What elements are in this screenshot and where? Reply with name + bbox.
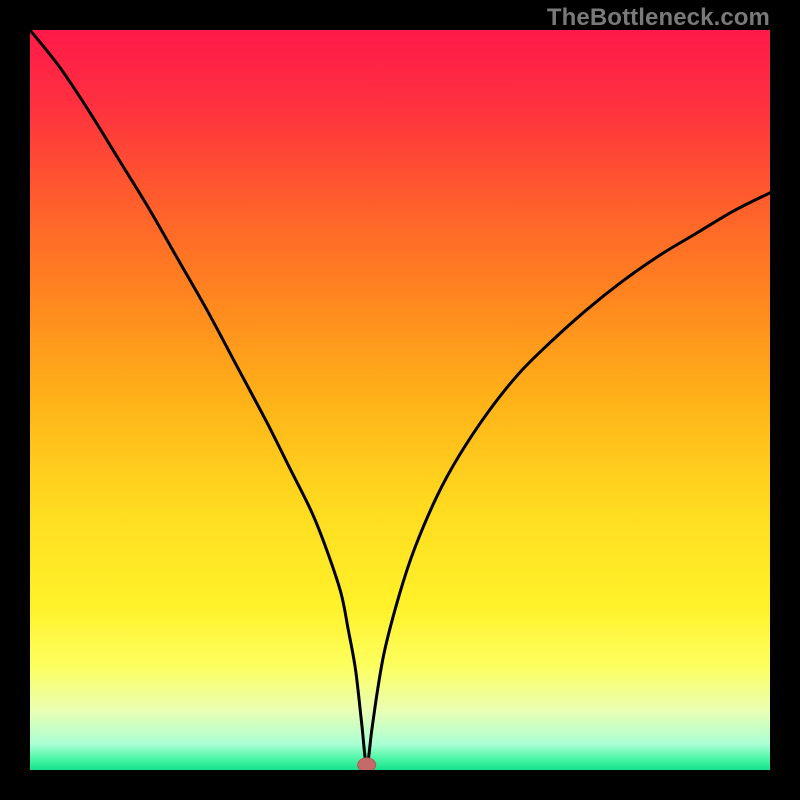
watermark-text: TheBottleneck.com [547, 4, 770, 32]
chart-svg [30, 30, 770, 770]
optimal-point-marker [358, 758, 376, 770]
chart-container: TheBottleneck.com [0, 0, 800, 800]
plot-area [30, 30, 770, 770]
gradient-background [30, 30, 770, 770]
